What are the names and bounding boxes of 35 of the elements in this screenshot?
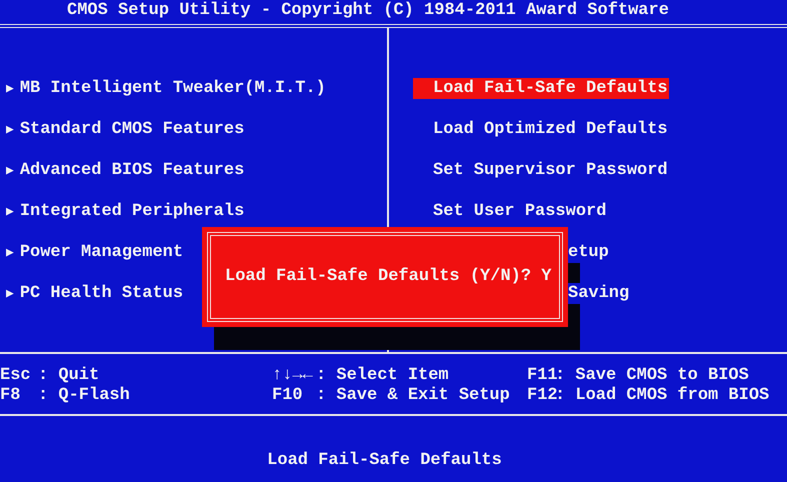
- arrow-icon: ▶: [6, 119, 14, 160]
- key-separator: :: [555, 386, 566, 406]
- key-description: Load CMOS from BIOS: [574, 386, 770, 406]
- key-description: Quit: [57, 366, 100, 386]
- menu-item[interactable]: Standard CMOS Features: [20, 119, 244, 160]
- arrow-icon: ▶: [6, 242, 14, 283]
- arrow-icon: ▶: [6, 160, 14, 201]
- menu-item[interactable]: Integrated Peripherals: [20, 201, 244, 242]
- arrow-icon: ▶: [6, 201, 14, 242]
- key-label: Esc: [0, 366, 32, 386]
- key-label: F10: [272, 386, 304, 406]
- menu-item[interactable]: Saving: [568, 283, 630, 304]
- menu-item[interactable]: PC Health Status: [20, 283, 184, 324]
- status-text: Load Fail-Safe Defaults: [266, 450, 503, 472]
- key-separator: :: [316, 386, 326, 406]
- menu-item[interactable]: Advanced BIOS Features: [20, 160, 244, 201]
- key-description: Select Item: [335, 366, 449, 386]
- key-separator: :: [38, 366, 48, 386]
- key-label: F11: [527, 366, 555, 386]
- arrow-icon: ▶: [6, 78, 14, 119]
- menu-item[interactable]: Power Management: [20, 242, 184, 283]
- key-label: F8: [0, 386, 22, 406]
- dialog-prompt: Load Fail-Safe Defaults (Y/N)? Y: [225, 266, 552, 288]
- menu-item[interactable]: Load Fail-Safe Defaults: [413, 78, 669, 99]
- window-title: CMOS Setup Utility - Copyright (C) 1984-2011 Award Software: [67, 1, 669, 20]
- key-label: F12: [527, 386, 555, 406]
- key-separator: :: [38, 386, 48, 406]
- key-separator: :: [316, 366, 326, 386]
- key-label: ↑↓→←: [272, 366, 314, 386]
- arrow-icon: ▶: [6, 283, 14, 324]
- menu-item[interactable]: etup: [568, 242, 609, 263]
- menu-item[interactable]: MB Intelligent Tweaker(M.I.T.): [20, 78, 326, 119]
- key-description: Save CMOS to BIOS: [574, 366, 749, 386]
- key-description: Save & Exit Setup: [335, 386, 510, 406]
- key-description: Q-Flash: [57, 386, 130, 406]
